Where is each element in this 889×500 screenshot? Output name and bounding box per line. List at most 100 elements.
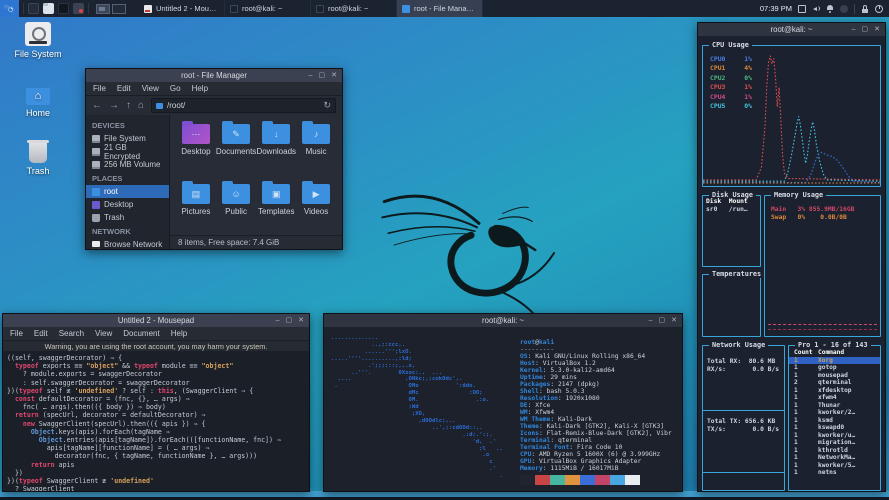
memory-swap-graph-line (768, 329, 877, 330)
close-button[interactable]: ✕ (671, 317, 677, 324)
menu-item-file[interactable]: File (10, 329, 23, 338)
file-manager-titlebar[interactable]: root - File Manager – ▢ ✕ (86, 69, 342, 82)
folder-downloads[interactable]: ↓Downloads (256, 121, 296, 175)
process-row[interactable]: 1kswapd0 (789, 424, 880, 432)
applications-menu-button[interactable] (0, 0, 19, 17)
lock-icon[interactable] (861, 5, 869, 13)
gotop-content[interactable]: CPU Usage CPU01%CPU14%CPU20%CPU31%CPU41%… (698, 36, 885, 491)
process-row[interactable]: 1xfwm4 (789, 394, 880, 402)
menu-item-view[interactable]: View (95, 329, 112, 338)
folder-desktop[interactable]: ⋯Desktop (176, 121, 216, 175)
process-row[interactable]: 1ksmd (789, 417, 880, 425)
forward-icon[interactable]: → (109, 101, 119, 111)
app-window-launcher-icon[interactable] (58, 3, 69, 14)
desktop-icon-trash[interactable]: Trash (6, 142, 70, 176)
maximize-button[interactable]: ▢ (659, 317, 666, 324)
taskbar-item-root-kali-[interactable]: root@kali: ~ (311, 0, 397, 17)
process-row[interactable]: 1kworker/u… (789, 432, 880, 440)
mousepad-window: Untitled 2 - Mousepad – ▢ ✕ File Edit Sear… (2, 313, 310, 492)
reload-icon[interactable]: ↻ (323, 100, 331, 111)
home-nav-icon[interactable]: ⌂ (138, 101, 144, 111)
process-row[interactable]: 1xfdesktop (789, 387, 880, 395)
sidebar-item-256-mb-volume[interactable]: 256 MB Volume (86, 158, 169, 171)
terminal-titlebar[interactable]: root@kali: ~ – ▢ ✕ (698, 23, 885, 36)
neofetch-line: Terminal: qterminal (520, 437, 672, 444)
taskbar-item-root-kali-[interactable]: root@kali: ~ (225, 0, 311, 17)
volume-icon[interactable] (812, 5, 820, 13)
process-row[interactable]: 2qterminal (789, 379, 880, 387)
close-button[interactable]: ✕ (874, 26, 880, 33)
minimize-button[interactable]: – (276, 317, 280, 324)
process-row[interactable]: 1Thunar (789, 402, 880, 410)
sidebar-item-root[interactable]: root (86, 185, 169, 198)
mousepad-titlebar[interactable]: Untitled 2 - Mousepad – ▢ ✕ (3, 314, 309, 327)
minimize-button[interactable]: – (309, 72, 313, 79)
process-count: 1 (789, 409, 818, 417)
code-segment: Object (39, 436, 63, 444)
back-icon[interactable]: ← (92, 101, 102, 111)
path-bar[interactable]: /root/ ↻ (151, 98, 336, 113)
display-icon[interactable] (798, 5, 806, 13)
menu-item-file[interactable]: File (93, 84, 106, 93)
up-icon[interactable]: ↑ (126, 101, 131, 111)
neofetch-value: VirtualBox Graphics Adapter (539, 458, 641, 465)
folder-templates[interactable]: ▣Templates (256, 181, 296, 235)
terminal-content[interactable]: .............. ..,;:ccc,. ......''';lxO.… (324, 327, 682, 491)
process-row[interactable]: 1gotop (789, 364, 880, 372)
notifications-icon[interactable] (826, 5, 834, 13)
menu-item-edit[interactable]: Edit (117, 84, 131, 93)
close-button[interactable]: ✕ (298, 317, 304, 324)
maximize-button[interactable]: ▢ (862, 26, 869, 33)
workspace-pager[interactable] (96, 4, 126, 14)
sidebar-item-21-gb-encrypted[interactable]: 21 GB Encrypted (86, 145, 169, 158)
maximize-button[interactable]: ▢ (286, 317, 293, 324)
process-row[interactable]: 1kworker/5… (789, 462, 880, 470)
workspace-2[interactable] (112, 4, 126, 14)
workspace-1[interactable] (96, 4, 110, 14)
kali-menu-icon (4, 4, 16, 14)
text-editor-area[interactable]: ((self, swaggerDecorator) ⇒ { typeof exp… (3, 351, 309, 491)
process-count: 1 (789, 424, 818, 432)
folder-label: Videos (296, 207, 336, 216)
files-launcher-icon[interactable] (43, 3, 54, 14)
sidebar-item-desktop[interactable]: Desktop (86, 198, 169, 211)
close-button[interactable]: ✕ (331, 72, 337, 79)
terminal-launcher-icon[interactable] (28, 3, 39, 14)
clock[interactable]: 07:39 PM (756, 4, 796, 13)
power-icon[interactable] (875, 5, 883, 13)
process-row[interactable]: 1mousepad (789, 372, 880, 380)
maximize-button[interactable]: ▢ (319, 72, 326, 79)
menu-item-document[interactable]: Document (123, 329, 159, 338)
folder-pictures[interactable]: ▤Pictures (176, 181, 216, 235)
menu-item-edit[interactable]: Edit (34, 329, 48, 338)
sidebar-item-trash[interactable]: Trash (86, 211, 169, 224)
folder-music[interactable]: ♪Music (296, 121, 336, 175)
process-row[interactable]: 1netns (789, 469, 880, 477)
folder-documents[interactable]: ✎Documents (216, 121, 256, 175)
sidebar-item-browse-network[interactable]: Browse Network (86, 238, 169, 251)
folder-videos[interactable]: ▶Videos (296, 181, 336, 235)
process-row[interactable]: 1kthrotld (789, 447, 880, 455)
taskbar-item-untitled-2-mousepad[interactable]: Untitled 2 - Mousepad (139, 0, 225, 17)
taskbar-item-root-file-manager[interactable]: root - File Manager (397, 0, 483, 17)
process-row[interactable]: 1migration… (789, 439, 880, 447)
menu-item-go[interactable]: Go (170, 84, 181, 93)
folder-public[interactable]: ☺Public (216, 181, 256, 235)
desktop-icon-file-system[interactable]: File System (6, 22, 70, 59)
process-command: kworker/u… (818, 432, 855, 440)
screenshot-launcher-icon[interactable] (73, 3, 84, 14)
terminal-titlebar[interactable]: root@kali: ~ – ▢ ✕ (324, 314, 682, 327)
menu-item-view[interactable]: View (142, 84, 159, 93)
cpu-legend-row: CPU31% (710, 83, 752, 92)
minimize-button[interactable]: – (649, 317, 653, 324)
minimize-button[interactable]: – (852, 26, 856, 33)
menu-item-help[interactable]: Help (192, 84, 208, 93)
cpu-graph-series (703, 116, 880, 181)
menu-item-search[interactable]: Search (59, 329, 84, 338)
menu-item-help[interactable]: Help (171, 329, 187, 338)
desktop-icon-home[interactable]: ⌂ Home (6, 88, 70, 118)
process-row[interactable]: 1kworker/2… (789, 409, 880, 417)
settings-icon[interactable] (840, 5, 848, 13)
process-row[interactable]: 1NetworkMa… (789, 454, 880, 462)
process-row[interactable]: 1Xorg (789, 357, 880, 365)
